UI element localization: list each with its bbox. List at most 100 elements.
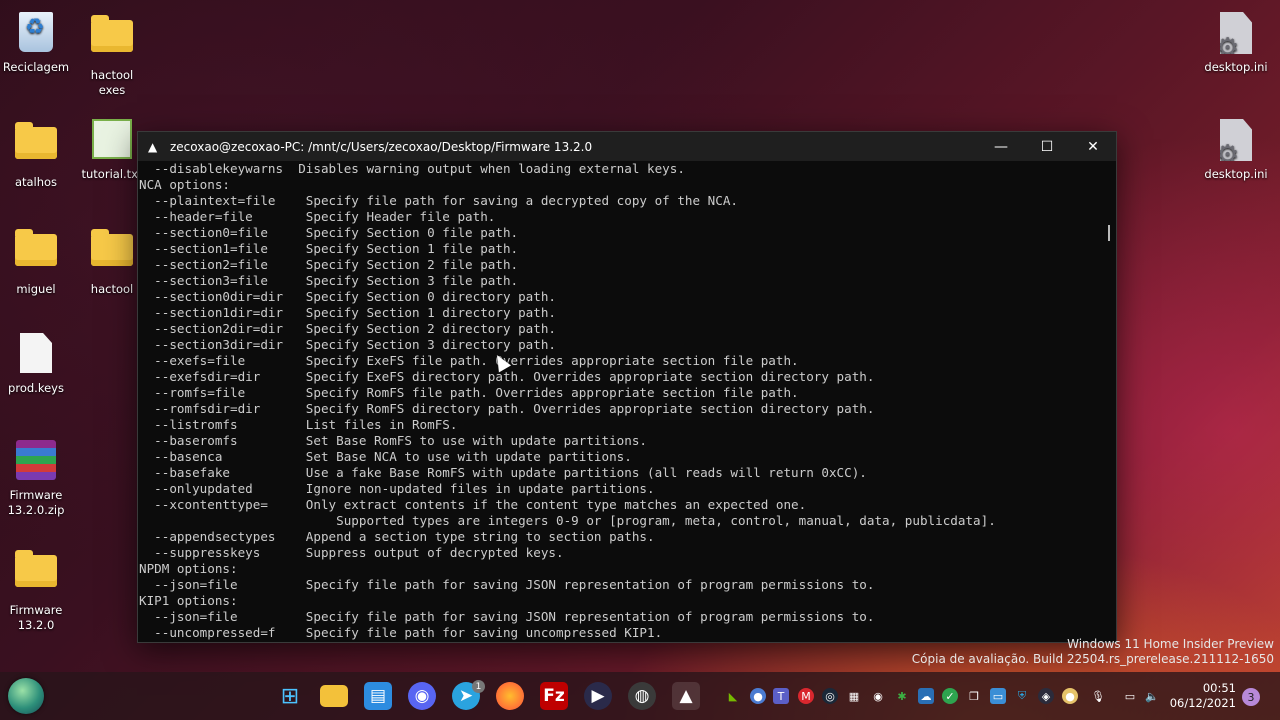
network-globe-icon[interactable]: ● bbox=[750, 688, 766, 704]
folder-icon bbox=[91, 15, 133, 52]
desktop-icon-recycle-bin[interactable]: Reciclagem bbox=[0, 12, 72, 75]
folder-icon bbox=[15, 229, 57, 266]
desktop-icon-label: hactool exes bbox=[90, 68, 134, 97]
terminal-line: --json=file Specify file path for saving… bbox=[139, 577, 875, 592]
terminal-line: --romfsdir=dir Specify RomFS directory p… bbox=[139, 401, 875, 416]
windows-watermark: Windows 11 Home Insider Preview Cópia de… bbox=[912, 637, 1274, 667]
audio-icon[interactable]: ● bbox=[1062, 688, 1078, 704]
terminal-line: --xcontenttype= Only extract contents if… bbox=[139, 497, 807, 512]
desktop-icon-desktop-ini[interactable]: desktop.ini bbox=[1200, 12, 1272, 75]
folder-icon bbox=[15, 122, 57, 159]
minimize-button[interactable]: — bbox=[978, 132, 1024, 161]
terminal-line: --header=file Specify Header file path. bbox=[139, 209, 496, 224]
terminal-line: KIP1 options: bbox=[139, 593, 238, 608]
clock-time: 00:51 bbox=[1202, 681, 1236, 695]
settings-file-icon bbox=[1220, 12, 1252, 54]
microsoft-store-icon[interactable]: ▤ bbox=[364, 682, 392, 710]
terminal-line: --section1=file Specify Section 1 file p… bbox=[139, 241, 519, 256]
scrollbar-thumb[interactable] bbox=[1108, 225, 1110, 241]
terminal-line: --suppresskeys Suppress output of decryp… bbox=[139, 545, 564, 560]
maximize-button[interactable]: ☐ bbox=[1024, 132, 1070, 161]
desktop-icon-label: desktop.ini bbox=[1204, 167, 1268, 181]
terminal-line: --listromfs List files in RomFS. bbox=[139, 417, 458, 432]
title-bar[interactable]: ▲ zecoxao@zecoxao-PC: /mnt/c/Users/zecox… bbox=[138, 132, 1116, 161]
onedrive-icon[interactable]: ☁ bbox=[918, 688, 934, 704]
desktop-icon-hactool-exes[interactable]: hactool exes bbox=[76, 12, 148, 98]
mega-icon[interactable]: M bbox=[798, 688, 814, 704]
desktop-icon-firmware-folder[interactable]: Firmware 13.2.0 bbox=[0, 547, 72, 633]
folder-icon bbox=[15, 550, 57, 587]
terminal-line: --section2=file Specify Section 2 file p… bbox=[139, 257, 519, 272]
desktop-icon-atalhos[interactable]: atalhos bbox=[0, 119, 72, 190]
desktop-icon-firmware-zip[interactable]: Firmware 13.2.0.zip bbox=[0, 440, 72, 518]
check-icon[interactable]: ✓ bbox=[942, 688, 958, 704]
firefox-icon[interactable] bbox=[496, 682, 524, 710]
remote-icon[interactable]: ⛨ bbox=[1014, 688, 1030, 704]
scrollbar[interactable] bbox=[1102, 161, 1116, 642]
desktop-icon-label: atalhos bbox=[14, 175, 58, 189]
close-button[interactable]: ✕ bbox=[1070, 132, 1116, 161]
desktop-icon-label: miguel bbox=[16, 282, 56, 296]
notepad-file-icon bbox=[92, 119, 132, 159]
copy-icon[interactable]: ❐ bbox=[966, 688, 982, 704]
terminal-line: NPDM options: bbox=[139, 561, 238, 576]
media-player-icon[interactable]: ▶ bbox=[584, 682, 612, 710]
recycle-bin-icon bbox=[19, 12, 53, 52]
terminal-line: --exefsdir=dir Specify ExeFS directory p… bbox=[139, 369, 875, 384]
obs-icon[interactable]: ◍ bbox=[628, 682, 656, 710]
terminal-line: --section3=file Specify Section 3 file p… bbox=[139, 273, 519, 288]
notepad-icon[interactable]: ▦ bbox=[846, 688, 862, 704]
terminal-line: --exefs=file Specify ExeFS file path. Ov… bbox=[139, 353, 799, 368]
volume-icon[interactable]: 🔈 bbox=[1144, 688, 1160, 704]
terminal-line: --disablekeywarns Disables warning outpu… bbox=[139, 161, 685, 176]
taskbar: ⊞ ▤ ◉ ➤ 1 Fz ▶ ◍ ▲ ◣ ● T M ◎ ▦ ◉ ✱ ☁ ✓ ❐… bbox=[0, 672, 1280, 720]
shield-icon[interactable]: ◈ bbox=[1038, 688, 1054, 704]
terminal-line: --onlyupdated Ignore non-updated files i… bbox=[139, 481, 655, 496]
file-explorer-icon[interactable] bbox=[320, 685, 348, 707]
terminal-line: --basenca Set Base NCA to use with updat… bbox=[139, 449, 632, 464]
desktop-icon-miguel[interactable]: miguel bbox=[0, 226, 72, 297]
microphone-icon[interactable]: 🎙 bbox=[1090, 688, 1106, 704]
display-icon[interactable]: ▭ bbox=[1122, 688, 1138, 704]
xbox-icon[interactable]: ✱ bbox=[894, 688, 910, 704]
desktop-icon-prod-keys[interactable]: prod.keys bbox=[0, 333, 72, 396]
settings-file-icon bbox=[1220, 119, 1252, 161]
desktop-icon-desktop-ini-2[interactable]: desktop.ini bbox=[1200, 119, 1272, 182]
terminal-line: --section3dir=dir Specify Section 3 dire… bbox=[139, 337, 557, 352]
terminal-line: --section2dir=dir Specify Section 2 dire… bbox=[139, 321, 557, 336]
folder-icon bbox=[91, 229, 133, 266]
desktop-icon-label: Reciclagem bbox=[2, 60, 70, 74]
terminal-line: --romfs=file Specify RomFS file path. Ov… bbox=[139, 385, 799, 400]
window-title: zecoxao@zecoxao-PC: /mnt/c/Users/zecoxao… bbox=[170, 139, 593, 154]
clock[interactable]: 00:51 06/12/2021 bbox=[1170, 681, 1236, 711]
steam-icon[interactable]: ◎ bbox=[822, 688, 838, 704]
discord-icon[interactable]: ◉ bbox=[408, 682, 436, 710]
desktop-icon-label: desktop.ini bbox=[1204, 60, 1268, 74]
terminal-line: Supported types are integers 0-9 or [pro… bbox=[139, 513, 996, 528]
widgets-orb-icon[interactable] bbox=[8, 678, 44, 714]
discord-tray-icon[interactable]: ◉ bbox=[870, 688, 886, 704]
terminal-line: --section1dir=dir Specify Section 1 dire… bbox=[139, 305, 557, 320]
desktop-icon-label: Firmware 13.2.0 bbox=[9, 603, 63, 632]
terminal-line: NCA options: bbox=[139, 177, 230, 192]
teams-icon[interactable]: T bbox=[773, 688, 789, 704]
notification-badge[interactable]: 3 bbox=[1242, 688, 1260, 706]
nvidia-icon[interactable]: ◣ bbox=[725, 688, 741, 704]
terminal-line: --plaintext=file Specify file path for s… bbox=[139, 193, 738, 208]
clock-date: 06/12/2021 bbox=[1169, 696, 1236, 710]
terminal-line: --basefake Use a fake Base RomFS with up… bbox=[139, 465, 867, 480]
filezilla-icon[interactable]: Fz bbox=[540, 682, 568, 710]
terminal-line: --section0dir=dir Specify Section 0 dire… bbox=[139, 289, 557, 304]
terminal-line: --json=file Specify file path for saving… bbox=[139, 609, 875, 624]
linux-tux-icon: ▲ bbox=[148, 139, 158, 154]
telegram-badge: 1 bbox=[472, 680, 485, 693]
window-icon[interactable]: ▭ bbox=[990, 688, 1006, 704]
terminal-line: --appendsectypes Append a section type s… bbox=[139, 529, 655, 544]
terminal-line: --baseromfs Set Base RomFS to use with u… bbox=[139, 433, 647, 448]
terminal-output[interactable]: --disablekeywarns Disables warning outpu… bbox=[138, 161, 1102, 642]
watermark-line-1: Windows 11 Home Insider Preview bbox=[1067, 637, 1274, 651]
terminal-line: --section0=file Specify Section 0 file p… bbox=[139, 225, 519, 240]
terminal-window[interactable]: ▲ zecoxao@zecoxao-PC: /mnt/c/Users/zecox… bbox=[137, 131, 1117, 643]
linux-terminal-icon[interactable]: ▲ bbox=[672, 682, 700, 710]
windows-start-icon[interactable]: ⊞ bbox=[276, 682, 304, 710]
